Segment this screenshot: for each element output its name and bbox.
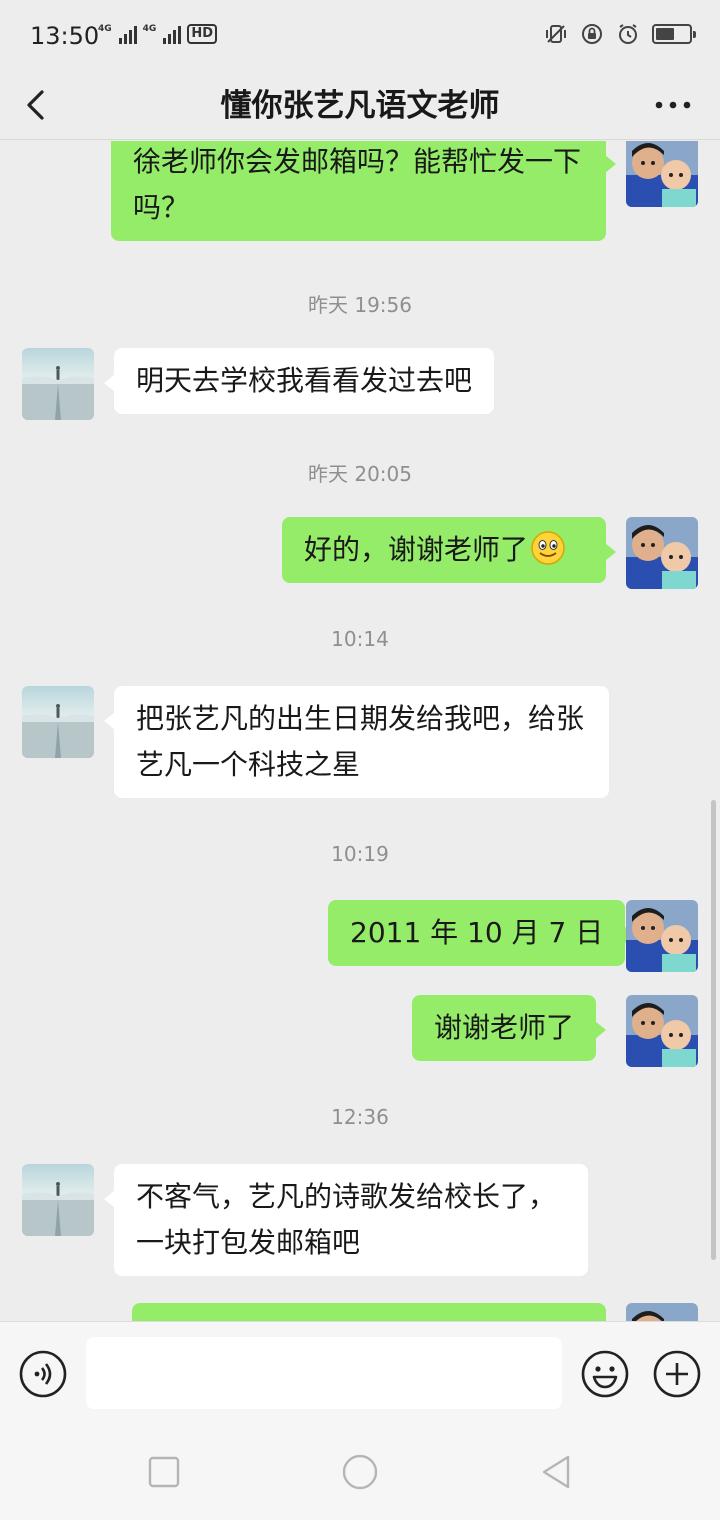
status-time: 13:50 — [30, 22, 100, 50]
signal-1-icon — [118, 24, 137, 44]
contact-avatar[interactable] — [22, 348, 94, 420]
rotation-lock-icon — [582, 24, 602, 44]
my-avatar[interactable] — [626, 141, 698, 207]
contact-message-bubble[interactable]: 明天去学校我看看发过去吧 — [103, 348, 495, 414]
system-nav-bar — [0, 1424, 720, 1520]
timestamp: 昨天 20:05 — [308, 462, 412, 486]
network-1-label: 4G — [98, 24, 112, 34]
alarm-icon — [619, 24, 637, 44]
vibrate-icon — [546, 25, 566, 43]
chat-title: 懂你张艺凡语文老师 — [220, 88, 500, 124]
my-avatar[interactable] — [626, 995, 698, 1067]
my-message-bubble[interactable]: 好的，谢谢老师了 — [282, 517, 616, 583]
message-text: 把张艺凡的出生日期发给我吧，给张艺凡一个科技之星 — [136, 702, 585, 781]
contact-message-bubble[interactable]: 把张艺凡的出生日期发给我吧，给张艺凡一个科技之星 — [104, 686, 609, 798]
my-message-bubble[interactable]: 徐老师你会发邮箱吗？能帮忙发一下吗？ — [111, 141, 616, 241]
timestamp: 昨天 19:56 — [308, 293, 412, 317]
message-text: 明天去学校我看看发过去吧 — [136, 364, 473, 397]
battery-level — [656, 28, 674, 40]
my-avatar[interactable] — [626, 1303, 698, 1321]
message-input[interactable] — [86, 1337, 562, 1409]
network-2-label: 4G — [142, 24, 157, 34]
plus-icon[interactable] — [652, 1349, 702, 1399]
back-triangle-icon[interactable] — [536, 1452, 576, 1492]
status-bar: 13:50 4G 4G HD — [0, 0, 720, 70]
contact-avatar[interactable] — [22, 1164, 94, 1236]
timestamp: 10:19 — [331, 842, 389, 866]
status-icons — [544, 22, 696, 46]
contact-message-bubble[interactable]: 不客气，艺凡的诗歌发给校长了，一块打包发邮箱吧 — [104, 1164, 588, 1276]
smiley-emoji-icon — [531, 531, 565, 565]
my-message-bubble[interactable]: 谢谢老师了 — [412, 995, 607, 1061]
message-list[interactable]: 徐老师你会发邮箱吗？能帮忙发一下吗？ 昨天 19:56 明天去学校我看看发过去吧… — [0, 141, 720, 1321]
message-text: 好的，谢谢老师了 — [304, 533, 529, 566]
battery-icon — [652, 24, 696, 44]
message-text: 2011 年 10 月 7 日 — [350, 916, 604, 949]
voice-icon[interactable] — [18, 1349, 68, 1399]
input-bar — [0, 1321, 720, 1424]
contact-avatar[interactable] — [22, 686, 94, 758]
chat-scrollbar[interactable] — [711, 800, 716, 1260]
message-text: 不客气，艺凡的诗歌发给校长了，一块打包发邮箱吧 — [136, 1180, 557, 1259]
message-text: 谢谢老师了 — [434, 1011, 575, 1044]
timestamp: 12:36 — [331, 1105, 389, 1129]
home-icon[interactable] — [340, 1452, 380, 1492]
my-message-bubble-partial[interactable] — [132, 1303, 606, 1321]
chat-header: 懂你张艺凡语文老师 — [0, 70, 720, 140]
network-indicators: 4G 4G HD — [98, 24, 217, 44]
my-avatar[interactable] — [626, 517, 698, 589]
hd-badge: HD — [187, 24, 217, 44]
message-text: 徐老师你会发邮箱吗？能帮忙发一下吗？ — [133, 145, 582, 224]
emoji-icon[interactable] — [580, 1349, 630, 1399]
my-avatar[interactable] — [626, 900, 698, 972]
timestamp: 10:14 — [331, 627, 389, 651]
my-message-bubble[interactable]: 2011 年 10 月 7 日 — [328, 900, 636, 966]
recent-apps-icon[interactable] — [144, 1452, 184, 1492]
more-dots-icon[interactable] — [648, 82, 698, 128]
signal-2-icon — [163, 24, 182, 44]
